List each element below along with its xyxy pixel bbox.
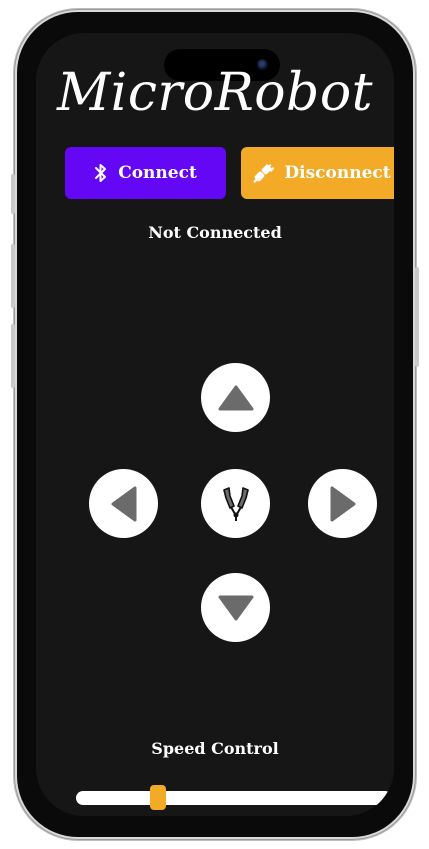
arrow-up-icon [218,385,253,410]
power-button [415,267,419,367]
arrow-right-icon [330,486,355,521]
bluetooth-icon [94,163,108,183]
disconnect-label: Disconnect [284,163,391,183]
plug-disconnect-icon [252,162,275,184]
move-backward-button[interactable] [201,573,270,642]
phone-frame: MicroRobot Connect Disconnect Not Connec… [11,9,419,840]
speed-control-label: Speed Control [151,739,279,758]
arrow-down-icon [218,595,253,620]
gripper-claw-icon [222,486,249,521]
turn-right-button[interactable] [308,469,377,538]
speed-slider-thumb[interactable] [150,785,167,810]
volume-down-button [11,324,15,388]
volume-up-button [11,244,15,308]
connection-status: Not Connected [148,223,282,242]
connect-button[interactable]: Connect [65,147,226,199]
speed-slider[interactable] [76,785,392,810]
app-title: MicroRobot [56,63,374,123]
move-forward-button[interactable] [201,363,270,432]
phone-bezel: MicroRobot Connect Disconnect Not Connec… [17,12,413,837]
action-button [11,174,15,214]
disconnect-button[interactable]: Disconnect [241,147,394,199]
app-screen: MicroRobot Connect Disconnect Not Connec… [36,33,394,816]
connect-label: Connect [118,163,197,183]
turn-left-button[interactable] [89,469,158,538]
gripper-button[interactable] [201,469,270,538]
arrow-left-icon [111,486,136,521]
